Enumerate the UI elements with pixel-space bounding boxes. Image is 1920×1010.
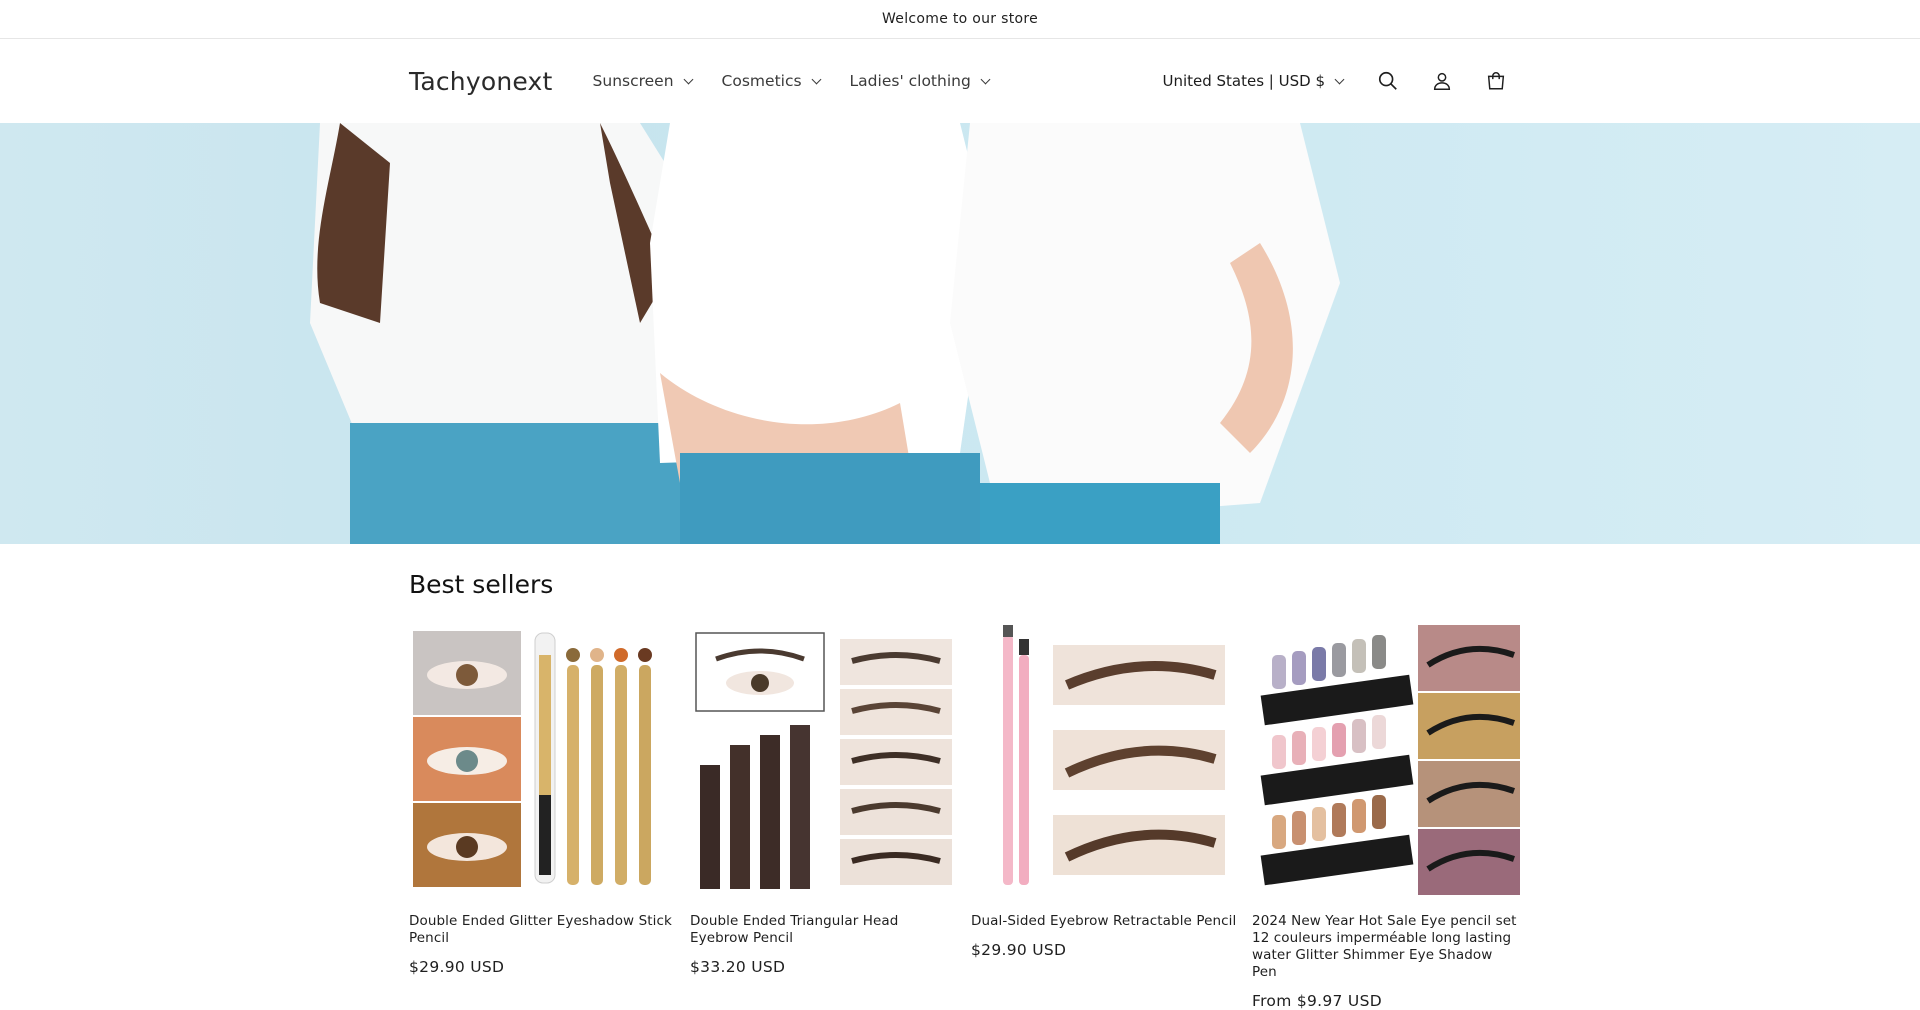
product-title[interactable]: Dual-Sided Eyebrow Retractable Pencil (971, 913, 1239, 930)
account-button[interactable] (1427, 66, 1457, 96)
nav-label: Sunscreen (592, 72, 674, 90)
product-price: $29.90 USD (409, 958, 505, 976)
product-grid: Double Ended Glitter Eyeshadow Stick Pen… (409, 625, 1520, 1010)
product-card[interactable]: Double Ended Triangular Head Eyebrow Pen… (690, 625, 958, 1010)
product-price: $33.20 USD (690, 958, 786, 976)
main-nav: Sunscreen Cosmetics Ladies' clothing (592, 72, 991, 90)
announcement-bar: Welcome to our store (0, 0, 1920, 39)
search-button[interactable] (1373, 66, 1403, 96)
cart-icon (1487, 72, 1505, 90)
account-icon (1433, 72, 1451, 90)
nav-item-sunscreen[interactable]: Sunscreen (592, 72, 693, 90)
site-header: Tachyonext Sunscreen Cosmetics Ladies' c… (0, 39, 1920, 124)
locale-label: United States | USD $ (1162, 72, 1325, 90)
product-card[interactable]: Dual-Sided Eyebrow Retractable Pencil $2… (971, 625, 1239, 1010)
product-title[interactable]: Double Ended Triangular Head Eyebrow Pen… (690, 913, 958, 947)
nav-label: Cosmetics (721, 72, 802, 90)
product-price: From $9.97 USD (1252, 992, 1382, 1010)
chevron-down-icon (811, 74, 821, 84)
product-image[interactable] (690, 625, 958, 895)
search-icon (1378, 71, 1397, 90)
product-price: $29.90 USD (971, 941, 1067, 959)
product-image[interactable] (1252, 625, 1520, 895)
product-title[interactable]: 2024 New Year Hot Sale Eye pencil set 12… (1252, 913, 1520, 981)
country-currency-selector[interactable]: United States | USD $ (1162, 72, 1345, 90)
eye-pencil-set-image (1260, 625, 1520, 895)
hero-image (310, 123, 1340, 544)
chevron-down-icon (683, 74, 693, 84)
product-image[interactable] (971, 625, 1239, 895)
product-title[interactable]: Double Ended Glitter Eyeshadow Stick Pen… (409, 913, 677, 947)
product-card[interactable]: Double Ended Glitter Eyeshadow Stick Pen… (409, 625, 677, 1010)
nav-item-cosmetics[interactable]: Cosmetics (721, 72, 821, 90)
section-title: Best sellers (409, 570, 554, 599)
chevron-down-icon (980, 74, 991, 84)
hero-banner[interactable] (0, 123, 1920, 544)
best-sellers-section: Best sellers Double Ended Glitter Eyesha… (409, 544, 1520, 1010)
chevron-down-icon (1334, 74, 1345, 84)
product-card[interactable]: 2024 New Year Hot Sale Eye pencil set 12… (1252, 625, 1520, 1010)
announcement-text: Welcome to our store (881, 11, 1039, 27)
product-image[interactable] (409, 625, 677, 895)
cart-button[interactable] (1481, 66, 1511, 96)
nav-label: Ladies' clothing (849, 72, 971, 90)
retractable-pencil-image (1003, 625, 1225, 885)
eyeshadow-stick-image (413, 631, 652, 887)
store-logo[interactable]: Tachyonext (409, 67, 553, 96)
nav-item-ladies-clothing[interactable]: Ladies' clothing (849, 72, 991, 90)
eyebrow-pencil-image (695, 632, 952, 889)
